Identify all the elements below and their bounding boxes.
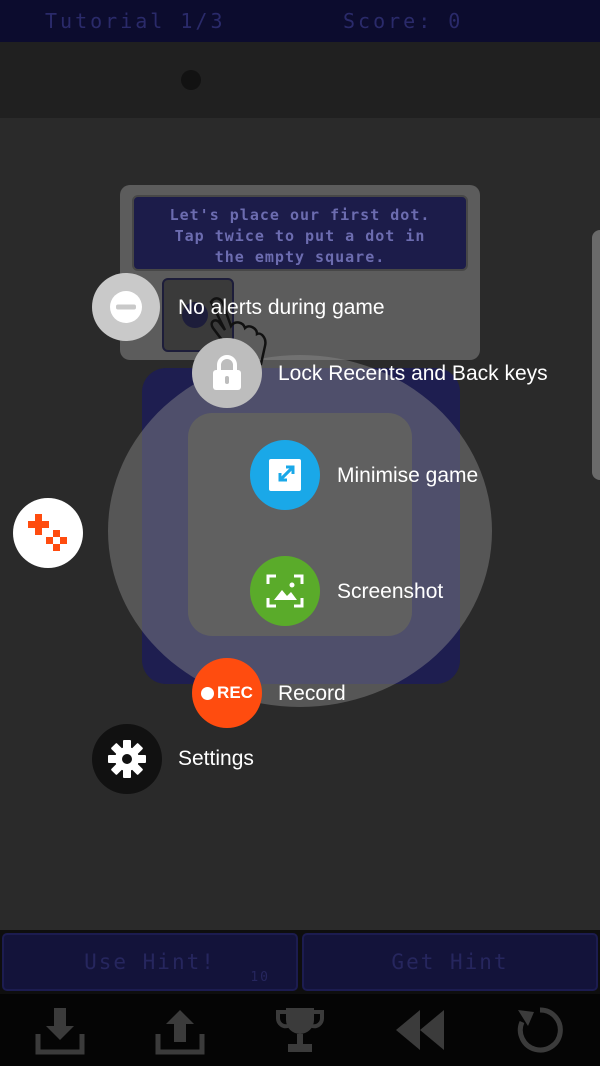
game-tools-float-button[interactable] [13,498,83,568]
record-button[interactable]: REC [192,658,262,728]
tutorial-text: Let's place our first dot. Tap twice to … [132,195,468,271]
minus-circle-icon [110,291,142,323]
tutorial-line-1: Let's place our first dot. [169,206,431,224]
hint-count: 10 [250,970,270,985]
lock-keys-button[interactable] [192,338,262,408]
gear-icon [108,740,146,778]
no-alerts-button[interactable] [92,273,160,341]
use-hint-button[interactable]: Use Hint! 10 [2,933,298,991]
screenshot-label[interactable]: Screenshot [337,580,443,604]
no-alerts-label[interactable]: No alerts during game [178,296,385,320]
dot-band [0,42,600,118]
download-icon[interactable] [34,1004,86,1056]
placed-dot [181,70,201,90]
rec-badge-text: REC [217,683,253,702]
gamepad-plus-icon [28,514,67,551]
bottom-toolbar [0,994,600,1066]
get-hint-button[interactable]: Get Hint [302,933,598,991]
top-status-bar: Tutorial 1/3 Score: 0 [0,0,600,42]
minimise-game-button[interactable] [250,440,320,510]
tutorial-line-3: the empty square. [214,248,386,266]
edge-panel-handle[interactable] [592,230,600,480]
score-label: Score: 0 [343,9,464,33]
tutorial-label: Tutorial 1/3 [45,9,226,33]
record-icon: REC [201,683,253,703]
screenshot-button[interactable] [250,556,320,626]
minimise-game-label[interactable]: Minimise game [337,464,478,488]
refresh-icon[interactable] [514,1004,566,1056]
trophy-icon[interactable] [274,1004,326,1056]
settings-button[interactable] [92,724,162,794]
lock-keys-label[interactable]: Lock Recents and Back keys [278,362,548,386]
lock-icon [213,355,241,390]
hint-buttons-bar: Use Hint! 10 Get Hint [0,930,600,994]
record-label[interactable]: Record [278,682,346,706]
tutorial-line-2: Tap twice to put a dot in [174,227,426,245]
rewind-icon[interactable] [394,1004,446,1056]
upload-icon[interactable] [154,1004,206,1056]
screenshot-icon [266,574,304,608]
get-hint-label: Get Hint [391,950,509,974]
settings-label[interactable]: Settings [178,747,254,771]
use-hint-label: Use Hint! [84,950,216,974]
minimise-icon [269,459,301,491]
